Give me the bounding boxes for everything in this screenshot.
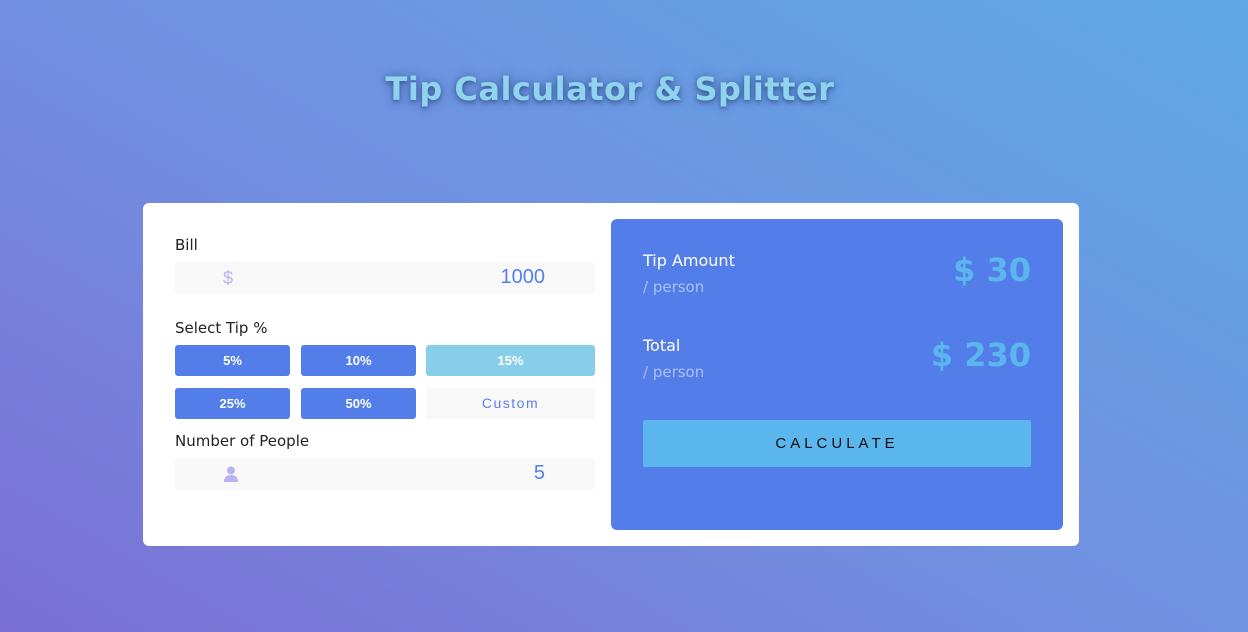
calculator-card: Bill $ 1000 Select Tip % 5% 10% 15% 25% … [143, 203, 1079, 546]
people-input[interactable]: 5 [175, 458, 595, 490]
tip-25-button[interactable]: 25% [175, 388, 290, 419]
calculate-button[interactable]: CALCULATE [643, 420, 1031, 467]
people-label: Number of People [175, 432, 310, 450]
total-per-person: / person [643, 363, 705, 381]
tip-10-button[interactable]: 10% [301, 345, 416, 376]
tip-label: Select Tip % [175, 319, 268, 337]
results-panel: Tip Amount / person $ 30 Total / person … [611, 219, 1063, 530]
bill-label: Bill [175, 236, 198, 254]
bill-value[interactable]: 1000 [501, 266, 546, 289]
tip-amount-value: $ 30 [953, 251, 1031, 289]
tip-15-button[interactable]: 15% [426, 345, 595, 376]
people-value[interactable]: 5 [534, 462, 545, 485]
tip-50-button[interactable]: 50% [301, 388, 416, 419]
person-icon [224, 466, 238, 482]
tip-custom-input[interactable]: Custom [426, 388, 595, 419]
page-title: Tip Calculator & Splitter [385, 70, 835, 108]
total-label: Total [643, 336, 681, 355]
total-value: $ 230 [930, 336, 1031, 374]
dollar-icon: $ [223, 268, 234, 288]
tip-amount-label: Tip Amount [643, 251, 735, 270]
bill-input[interactable]: $ 1000 [175, 262, 595, 294]
tip-amount-per-person: / person [643, 278, 705, 296]
tip-5-button[interactable]: 5% [175, 345, 290, 376]
